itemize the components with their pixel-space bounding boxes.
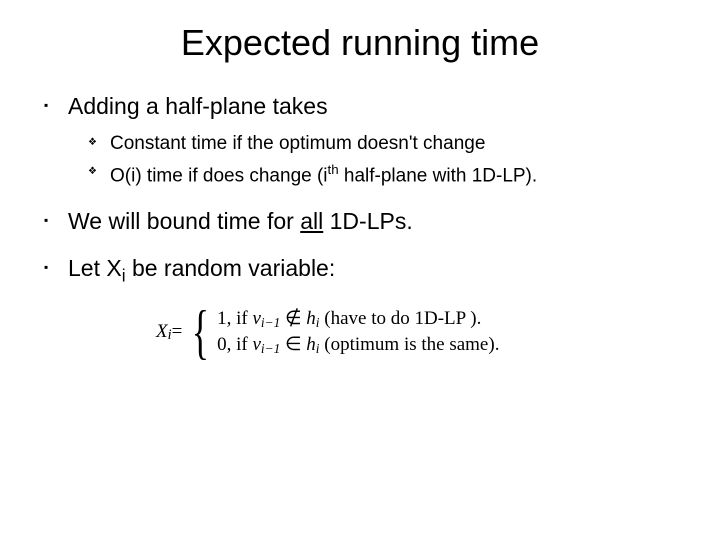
case1-val: 1, (217, 308, 231, 329)
sub-bullet-2-text-a: O(i) time if does change (i (110, 165, 328, 186)
case1-hsub: i (316, 315, 320, 330)
bullet-list: Adding a half-plane takes Constant time … (40, 92, 680, 288)
sub-bullet-list-1: Constant time if the optimum doesn't cha… (68, 132, 680, 189)
bullet-2-text-b: 1D-LPs. (323, 208, 412, 234)
case2-if: if (231, 334, 252, 355)
formula-case-2: 0, if vi−1 ∈ hi (optimum is the same). (217, 334, 499, 356)
bullet-3-text-a: Let X (68, 255, 122, 281)
bullet-3: Let Xi be random variable: (68, 254, 680, 287)
bullet-2: We will bound time for all 1D-LPs. (68, 207, 680, 237)
formula-block: Xi = { 1, if vi−1 ∉ hi (have to do 1D-LP… (156, 306, 680, 358)
bullet-2-text-a: We will bound time for (68, 208, 300, 234)
formula-cases: 1, if vi−1 ∉ hi (have to do 1D-LP ). 0, … (217, 306, 499, 358)
case2-tail: (optimum is the same). (320, 334, 500, 355)
case2-v: v (252, 334, 260, 355)
sub-bullet-2-sup: th (328, 162, 339, 177)
case1-tail: (have to do 1D-LP ). (320, 308, 482, 329)
formula-lhs-sub: i (168, 327, 172, 344)
case1-v: v (252, 308, 260, 329)
case1-if: if (231, 308, 252, 329)
sub-bullet-2-text-b: half-plane with 1D-LP). (339, 165, 538, 186)
case2-hsub: i (316, 341, 320, 356)
formula-eq: = (172, 321, 183, 343)
sub-bullet-1: Constant time if the optimum doesn't cha… (110, 132, 680, 157)
bullet-1: Adding a half-plane takes Constant time … (68, 92, 680, 189)
bullet-3-text-b: be random variable: (126, 255, 336, 281)
case2-vsub: i−1 (261, 341, 280, 356)
bullet-2-underline: all (300, 208, 323, 234)
formula-case-1: 1, if vi−1 ∉ hi (have to do 1D-LP ). (217, 308, 499, 330)
slide-title: Expected running time (40, 22, 680, 64)
formula-lhs-var: X (156, 321, 168, 343)
case1-vsub: i−1 (261, 315, 280, 330)
sub-bullet-2: O(i) time if does change (ith half-plane… (110, 161, 680, 189)
case2-h: h (306, 334, 316, 355)
case1-h: h (306, 308, 316, 329)
formula-lhs: Xi = (156, 306, 182, 358)
bullet-1-text: Adding a half-plane takes (68, 93, 328, 119)
slide-container: Expected running time Adding a half-plan… (0, 0, 720, 540)
formula-brace-icon: { (192, 306, 209, 358)
case1-notin: ∉ (280, 308, 306, 329)
case2-val: 0, (217, 334, 231, 355)
case2-in: ∈ (280, 334, 306, 355)
sub-bullet-1-text: Constant time if the optimum doesn't cha… (110, 133, 485, 154)
